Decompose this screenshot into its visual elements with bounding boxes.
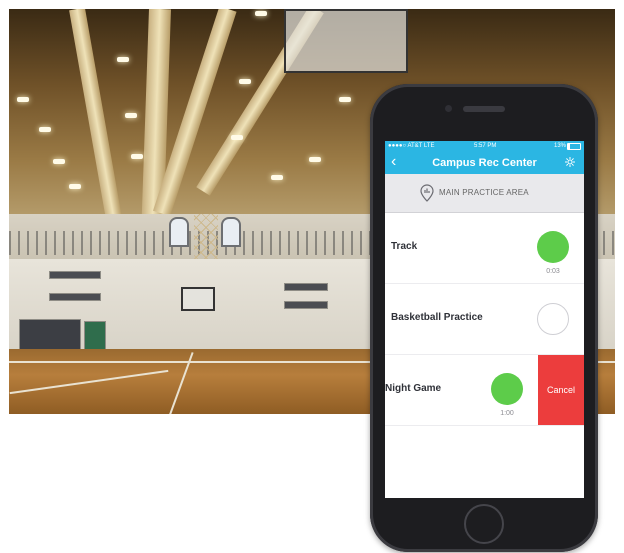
home-button[interactable] (464, 504, 504, 544)
list-item[interactable]: Track 0:03 (385, 213, 584, 284)
gear-icon[interactable] (564, 156, 576, 168)
wall-vent (49, 293, 101, 301)
backboard-far (181, 287, 215, 311)
arched-window (169, 217, 189, 247)
elapsed-time: 1:00 (500, 410, 514, 417)
wall-vent (49, 271, 101, 279)
row-name: Basketball Practice (391, 312, 483, 323)
ceiling-light (69, 184, 81, 189)
row-name: Night Game (385, 383, 442, 394)
ceiling-light (125, 113, 137, 118)
location-pin-icon (420, 184, 434, 202)
ceiling-light (271, 175, 283, 180)
phone-device: ●●●●○ AT&T LTE 5:57 PM 13% ‹ Campus Rec … (370, 84, 598, 552)
carrier-signal: ●●●●○ AT&T LTE (388, 143, 435, 149)
area-label: MAIN PRACTICE AREA (439, 188, 529, 197)
ceiling-light (309, 157, 321, 162)
elapsed-time: 0:03 (546, 268, 560, 275)
status-toggle[interactable] (537, 303, 569, 335)
status-toggle[interactable] (537, 231, 569, 263)
bleacher-area (19, 319, 81, 351)
list-item[interactable]: Night Game 1:00 Cancel (385, 355, 584, 426)
ceiling-light (17, 97, 29, 102)
green-door (84, 321, 106, 351)
list-item[interactable]: Basketball Practice (385, 284, 584, 355)
status-toggle[interactable] (491, 373, 523, 405)
front-camera (445, 105, 452, 112)
phone-screen: ●●●●○ AT&T LTE 5:57 PM 13% ‹ Campus Rec … (385, 141, 584, 498)
row-name: Track (391, 241, 418, 252)
area-selector[interactable]: MAIN PRACTICE AREA (385, 174, 584, 213)
ceiling-light (231, 135, 243, 140)
ceiling-light (339, 97, 351, 102)
wall-vent (284, 301, 328, 309)
status-time: 5:57 PM (474, 143, 497, 149)
page-title: Campus Rec Center (432, 157, 537, 169)
ceiling-light (117, 57, 129, 62)
ceiling-light (239, 79, 251, 84)
battery-icon (567, 143, 581, 150)
ceiling-light (53, 159, 65, 164)
ceiling-light (39, 127, 51, 132)
ceiling-light (255, 11, 267, 16)
battery-percent: 13% (553, 143, 566, 149)
earpiece-speaker (463, 106, 505, 112)
ceiling-light (131, 154, 143, 159)
cancel-button[interactable]: Cancel (538, 355, 584, 425)
backboard-near (284, 9, 408, 73)
arched-window (221, 217, 241, 247)
wall-vent (284, 283, 328, 291)
status-bar: ●●●●○ AT&T LTE 5:57 PM 13% (385, 141, 584, 152)
nav-bar: ‹ Campus Rec Center (385, 152, 584, 174)
